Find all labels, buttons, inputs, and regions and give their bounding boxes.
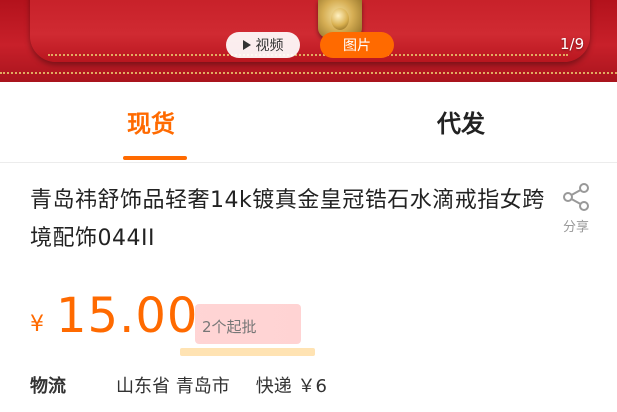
tab-stock[interactable]: 现货 (127, 104, 175, 139)
video-label: 视频 (255, 38, 284, 54)
gold-trim (48, 54, 568, 56)
price-row: ¥ 15.00 2个起批 (30, 288, 430, 356)
min-order-underline (180, 348, 315, 356)
product-image[interactable]: 视频 图片 1/9 (0, 0, 617, 82)
share-button[interactable]: 分享 (556, 182, 596, 235)
min-order-text: 2个起批 (202, 318, 257, 336)
logistics-row[interactable]: 物流 山东省 青岛市 快递 ￥6 (30, 370, 590, 400)
product-title: 青岛祎舒饰品轻奢14k镀真金皇冠锆石水滴戒指女跨境配饰044II (30, 188, 545, 251)
price-value: 15.00 (56, 288, 199, 344)
tab-bar: 现货 代发 (0, 82, 617, 163)
currency-symbol: ¥ (30, 312, 44, 337)
share-icon (563, 183, 589, 211)
image-label: 图片 (343, 38, 371, 54)
shipping-origin: 山东省 青岛市 (116, 376, 230, 397)
gold-trim (0, 72, 617, 74)
video-button[interactable]: 视频 (226, 32, 300, 58)
tab-dropship[interactable]: 代发 (437, 104, 485, 139)
logistics-label: 物流 (30, 376, 66, 397)
active-tab-indicator (123, 156, 187, 160)
play-icon (242, 40, 251, 50)
shipping-fee: 快递 ￥6 (255, 376, 327, 397)
jewelry-box-lid (30, 0, 590, 62)
image-counter: 1/9 (560, 35, 585, 53)
share-label: 分享 (562, 220, 589, 235)
image-button[interactable]: 图片 (320, 32, 394, 58)
